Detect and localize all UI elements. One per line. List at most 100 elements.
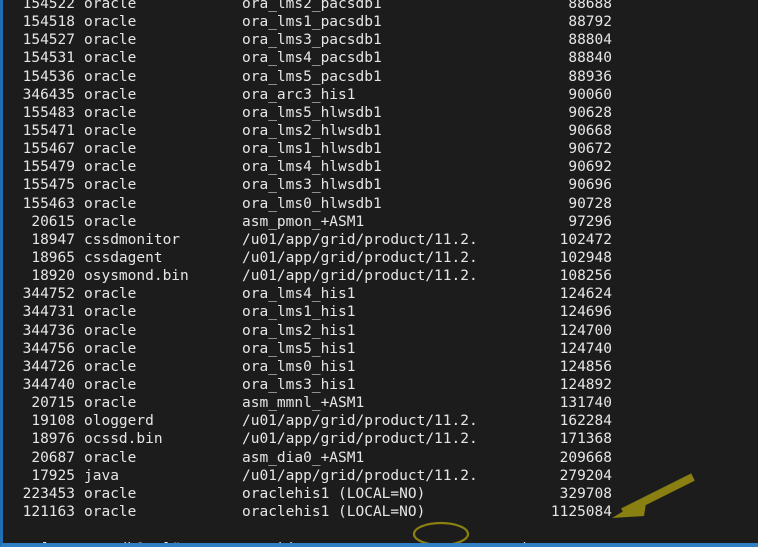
cell-rsz: 97296 [568,213,612,230]
cell-args: ora_lms3_hlwsdb1 [242,177,382,194]
cell-rsz: 162284 [559,413,612,430]
cell-comm: oracle [84,68,137,85]
cell-pid: 344752 [22,286,75,303]
cell-comm: ologgerd [84,413,154,430]
command-text-after: --sort=+rsz|grep -v grep [415,541,634,543]
cell-comm: oracle [84,322,137,339]
table-row: 17925 java/u01/app/grid/product/11.2. 2792… [5,467,758,485]
cell-pid: 344740 [22,376,75,393]
cell-pid: 155463 [22,195,75,212]
cell-pid: 346435 [22,86,75,103]
table-row: 18965 cssdagent/u01/app/grid/product/11.2… [5,249,758,267]
cell-rsz: 209668 [559,449,612,466]
cell-args: ora_lms4_his1 [242,286,356,303]
cell-rsz: 171368 [559,431,612,448]
cell-rsz: 90728 [568,195,612,212]
cell-rsz: 124856 [559,358,612,375]
cell-pid: 154518 [22,14,75,31]
table-row: 20687 oracle asm_dia0_+ASM1 209668 [5,449,758,467]
terminal-output-area: 154522 oracle ora_lms2_pacsdb1 88688 154518 o… [3,0,758,521]
cell-comm: osysmond.bin [84,268,189,285]
table-row: 18976 ocssd.bin/u01/app/grid/product/11.2… [5,430,758,448]
cell-pid: 155475 [22,177,75,194]
cell-pid: 344756 [22,340,75,357]
table-row: 344752 oracle ora_lms4_his1 124624 [5,285,758,303]
cell-args: ora_lms4_pacsdb1 [242,50,382,67]
cell-pid: 344736 [22,322,75,339]
cell-comm: oracle [84,340,137,357]
cell-pid: 155483 [22,104,75,121]
cell-args: /u01/app/grid/product/11.2. [242,231,478,248]
cell-rsz: 88792 [568,14,612,31]
cell-args: ora_lms4_hlwsdb1 [242,159,382,176]
table-row: 223453 oracle oraclehis1 (LOCAL=NO) 329708 [5,485,758,503]
table-row: 155471 oracle ora_lms2_hlwsdb1 90668 [5,122,758,140]
cell-comm: cssdmonitor [84,231,181,248]
table-row: 155463 oracle ora_lms0_hlwsdb1 90728 [5,195,758,213]
cell-rsz: 102472 [559,231,612,248]
cell-rsz: 88804 [568,32,612,49]
table-row: 344756 oracle ora_lms5_his1 124740 [5,340,758,358]
cell-pid: 18965 [31,249,75,266]
table-row: 154527 oracle ora_lms3_pacsdb1 88804 [5,31,758,49]
cell-rsz: 88688 [568,0,612,12]
cell-comm: oracle [84,0,137,12]
cell-rsz: 90696 [568,177,612,194]
table-row: 20615 oracle asm_pmon_+ASM1 97296 [5,213,758,231]
cell-pid: 155479 [22,159,75,176]
command-text-before: ps -e -o pid,comm,args, [188,541,389,543]
cell-rsz: 124892 [559,376,612,393]
cell-comm: oracle [84,213,137,230]
cell-args: ora_lms1_pacsdb1 [242,14,382,31]
cell-args: asm_mmnl_+ASM1 [242,395,365,412]
cell-pid: 154527 [22,32,75,49]
cell-comm: oracle [84,195,137,212]
table-row: 18947 cssdmonitor/u01/app/grid/product/11… [5,231,758,249]
cell-args: ora_lms2_pacsdb1 [242,0,382,12]
cell-comm: oracle [84,159,137,176]
shell-prompt-line[interactable]: [root@racdb1 ~]# ps -e -o pid,comm,args,… [5,519,634,543]
cell-comm: oracle [84,50,137,67]
table-row: 154518 oracle ora_lms1_pacsdb1 88792 [5,13,758,31]
table-row: 155483 oracle ora_lms5_hlwsdb1 90628 [5,104,758,122]
table-row: 344726 oracle ora_lms0_his1 124856 [5,358,758,376]
cell-args: ora_lms3_his1 [242,376,356,393]
cell-comm: oracle [84,358,137,375]
cell-rsz: 124624 [559,286,612,303]
cell-rsz: 124696 [559,304,612,321]
cell-rsz: 108256 [559,268,612,285]
cell-pid: 155467 [22,141,75,158]
table-row: 344736 oracle ora_lms2_his1 124700 [5,322,758,340]
table-row: 19108 ologgerd/u01/app/grid/product/11.2.… [5,412,758,430]
cell-args: /u01/app/grid/product/11.2. [242,249,478,266]
table-row: 20715 oracle asm_mmnl_+ASM1 131740 [5,394,758,412]
cell-args: /u01/app/grid/product/11.2. [242,431,478,448]
cell-pid: 20615 [31,213,75,230]
cell-pid: 17925 [31,467,75,484]
cell-rsz: 90668 [568,122,612,139]
cell-pid: 344731 [22,304,75,321]
cell-pid: 18976 [31,431,75,448]
cell-args: ora_arc3_his1 [242,86,356,103]
cell-rsz: 279204 [559,467,612,484]
table-row: 155467 oracle ora_lms1_hlwsdb1 90672 [5,140,758,158]
cell-comm: oracle [84,449,137,466]
prompt-user-host: [root@racdb1 ~]# [40,541,180,543]
table-row: 344731 oracle ora_lms1_his1 124696 [5,303,758,321]
terminal-window[interactable]: 154522 oracle ora_lms2_pacsdb1 88688 154518 o… [0,0,758,547]
cell-comm: oracle [84,485,137,502]
table-row: 154522 oracle ora_lms2_pacsdb1 88688 [5,0,758,13]
cell-args: ora_lms2_his1 [242,322,356,339]
cell-pid: 154536 [22,68,75,85]
cell-args: ora_lms5_his1 [242,340,356,357]
cell-rsz: 90060 [568,86,612,103]
cell-rsz: 90672 [568,141,612,158]
table-row: 154536 oracle ora_lms5_pacsdb1 88936 [5,68,758,86]
cell-rsz: 131740 [559,395,612,412]
cell-pid: 154522 [22,0,75,12]
cell-rsz: 102948 [559,249,612,266]
cell-pid: 344726 [22,358,75,375]
cell-rsz: 329708 [559,485,612,502]
cell-args: ora_lms3_pacsdb1 [242,32,382,49]
cell-rsz: 88936 [568,68,612,85]
